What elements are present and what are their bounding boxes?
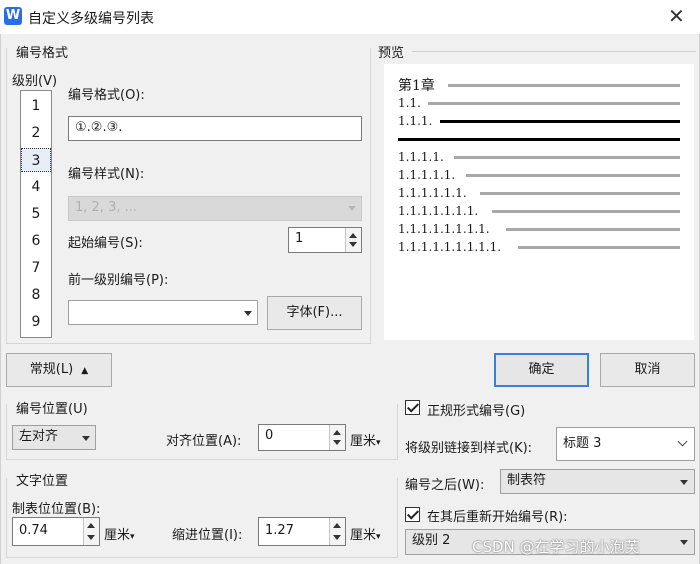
preview-row-6: 1.1.1.1.1.1.: [398, 186, 467, 200]
preview-line: [506, 228, 680, 231]
preview-line: [454, 156, 680, 159]
preview-divider: [412, 51, 696, 52]
chevron-down-icon: [82, 436, 90, 441]
link-style-select[interactable]: 标题 3: [556, 427, 695, 461]
tab-stop-value: 0.74: [19, 523, 48, 538]
level-item-8[interactable]: 8: [21, 283, 51, 307]
level-item-6[interactable]: 6: [21, 229, 51, 253]
normal-button-label: 常规(L): [29, 362, 74, 377]
prev-level-select[interactable]: [68, 300, 258, 325]
link-style-value: 标题 3: [563, 436, 602, 451]
preview-row-8: 1.1.1.1.1.1.1.1.: [398, 222, 490, 236]
restart-checkbox[interactable]: [405, 507, 420, 522]
restart-level-value: 级别 2: [412, 533, 451, 548]
restart-label: 在其后重新开始编号(R):: [427, 510, 568, 525]
preview-row-2: 1.1.: [398, 96, 421, 110]
level-label: 级别(V): [12, 74, 58, 89]
alignment-value: 左对齐: [19, 429, 59, 444]
start-at-value: 1: [295, 231, 304, 246]
spin-buttons[interactable]: [83, 518, 99, 545]
tab-stop-label: 制表位位置(B):: [12, 502, 101, 517]
align-at-label: 对齐位置(A):: [166, 434, 242, 449]
normal-toggle-button[interactable]: 常规(L) ▲: [6, 353, 112, 387]
preview-line-selected: [440, 120, 680, 123]
tab-stop-unit-dropdown[interactable]: 厘米▾: [104, 524, 135, 543]
number-position-label: 编号位置(U): [14, 398, 90, 417]
indent-value: 1.27: [265, 523, 294, 538]
align-at-value: 0: [265, 428, 274, 443]
level-item-4[interactable]: 4: [21, 175, 51, 199]
level-item-5[interactable]: 5: [21, 202, 51, 226]
spin-buttons[interactable]: [329, 425, 345, 450]
indent-stepper[interactable]: 1.27: [258, 517, 346, 546]
preview-line: [448, 84, 680, 87]
number-format-input[interactable]: ①.②.③.: [68, 116, 362, 141]
indent-label: 缩进位置(I):: [172, 528, 243, 543]
preview-line-selected: [398, 138, 680, 141]
align-at-stepper[interactable]: 0: [258, 424, 346, 451]
follow-number-select[interactable]: 制表符: [500, 469, 695, 494]
unit-label: 厘米: [350, 434, 377, 449]
unit-label: 厘米: [104, 528, 131, 543]
font-button[interactable]: 字体(F)...: [267, 296, 362, 330]
chevron-down-icon: [244, 311, 252, 316]
wps-app-icon: W: [4, 7, 22, 25]
preview-pane: 第1章 1.1. 1.1.1. 1.1.1.1. 1.1.1.1.1. 1.1.…: [384, 64, 694, 340]
number-style-label: 编号样式(N):: [68, 167, 145, 182]
indent-unit-dropdown[interactable]: 厘米▾: [350, 524, 381, 543]
preview-row-7: 1.1.1.1.1.1.1.: [398, 204, 479, 218]
level-item-9[interactable]: 9: [21, 310, 51, 334]
preview-row-3: 1.1.1.: [398, 114, 433, 128]
chevron-down-icon: [680, 540, 688, 545]
legal-style-checkbox[interactable]: [405, 400, 420, 415]
level-item-7[interactable]: 7: [21, 256, 51, 280]
preview-line: [466, 174, 680, 177]
unit-label: 厘米: [350, 528, 377, 543]
start-at-stepper[interactable]: 1: [288, 227, 362, 253]
preview-line: [492, 210, 680, 213]
preview-line: [428, 102, 680, 105]
preview-row-4: 1.1.1.1.: [398, 150, 444, 164]
level-list[interactable]: 1 2 3 4 5 6 7 8 9: [20, 90, 52, 338]
link-style-label: 将级别链接到样式(K):: [405, 441, 533, 456]
ok-button[interactable]: 确定: [494, 353, 589, 387]
start-at-label: 起始编号(S):: [68, 236, 143, 251]
caret-icon: ▾: [376, 532, 381, 542]
preview-row-5: 1.1.1.1.1.: [398, 168, 456, 182]
preview-row-9: 1.1.1.1.1.1.1.1.1.: [398, 240, 502, 254]
text-position-label: 文字位置: [14, 470, 71, 489]
follow-number-label: 编号之后(W):: [405, 478, 485, 493]
close-icon[interactable]: ✕: [668, 4, 685, 28]
level-item-2[interactable]: 2: [21, 121, 51, 145]
preview-line: [480, 192, 680, 195]
number-format-group-label: 编号格式: [14, 42, 71, 61]
number-style-select[interactable]: 1, 2, 3, ...: [68, 196, 362, 221]
preview-row-1: 第1章: [398, 78, 435, 94]
watermark: CSDN @在学习的小泡芙: [472, 538, 640, 556]
level-item-3[interactable]: 3: [21, 148, 51, 172]
chevron-down-icon: [680, 480, 688, 485]
caret-icon: ▾: [130, 532, 135, 542]
preview-line: [518, 246, 680, 249]
collapse-icon: ▲: [81, 366, 89, 376]
chevron-down-icon: [348, 206, 356, 211]
preview-label: 预览: [378, 46, 405, 61]
dialog-title: 自定义多级编号列表: [28, 11, 154, 27]
tab-stop-stepper[interactable]: 0.74: [12, 517, 100, 546]
level-item-1[interactable]: 1: [21, 94, 51, 118]
align-at-unit-dropdown[interactable]: 厘米▾: [350, 430, 381, 449]
prev-level-label: 前一级别编号(P):: [68, 273, 169, 288]
caret-icon: ▾: [376, 438, 381, 448]
spin-buttons[interactable]: [345, 228, 361, 252]
number-format-label: 编号格式(O):: [68, 88, 145, 103]
spin-buttons[interactable]: [329, 518, 345, 545]
legal-style-label: 正规形式编号(G): [427, 404, 526, 419]
cancel-button[interactable]: 取消: [600, 353, 695, 387]
follow-number-value: 制表符: [507, 473, 547, 488]
